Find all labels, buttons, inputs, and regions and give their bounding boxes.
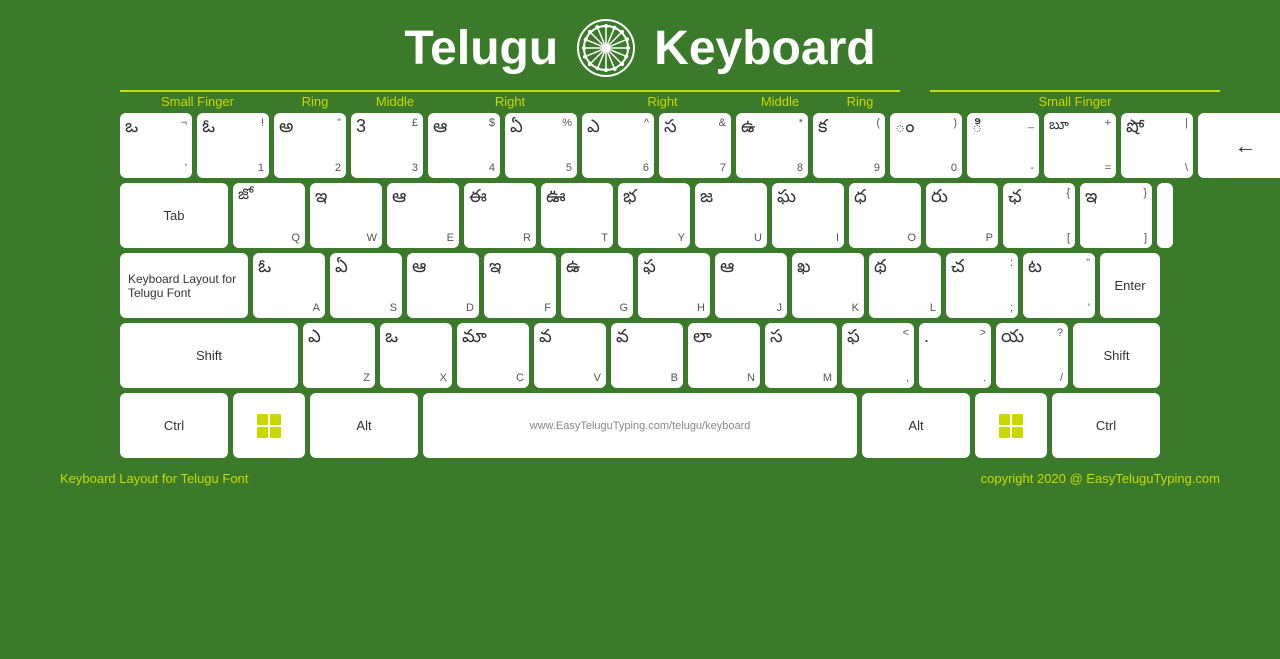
key-bracket-close[interactable]: ఇ } ] — [1080, 183, 1152, 248]
key-m[interactable]: స M — [765, 323, 837, 388]
key-minus[interactable]: ి _ - — [967, 113, 1039, 178]
footer-right: copyright 2020 @ EasyTeluguTyping.com — [981, 471, 1220, 486]
key-b[interactable]: వ B — [611, 323, 683, 388]
title-part2: Keyboard — [654, 21, 875, 76]
key-g[interactable]: ఉ G — [561, 253, 633, 318]
zxcv-row: Shift ఎ Z ఒ X మా C వ V వ B లా N స M — [120, 323, 1160, 388]
key-9[interactable]: క ( 9 — [813, 113, 885, 178]
key-alt-right[interactable]: Alt — [862, 393, 970, 458]
key-5[interactable]: ఏ % 5 — [505, 113, 577, 178]
key-backtick[interactable]: ఒ ¬ ' — [120, 113, 192, 178]
finger-label-middle-left: Middle — [355, 90, 435, 109]
key-s[interactable]: ఏ S — [330, 253, 402, 318]
finger-label-ring-left: Ring — [275, 90, 355, 109]
windows-icon-left — [255, 412, 283, 440]
finger-label-spacer — [900, 90, 930, 109]
key-3[interactable]: 3 £ 3 — [351, 113, 423, 178]
key-c[interactable]: మా C — [457, 323, 529, 388]
key-7[interactable]: స & 7 — [659, 113, 731, 178]
key-8[interactable]: ఉ * 8 — [736, 113, 808, 178]
key-n[interactable]: లా N — [688, 323, 760, 388]
key-shift-right[interactable]: Shift — [1073, 323, 1160, 388]
key-win-left[interactable] — [233, 393, 305, 458]
finger-label-ring-right: Ring — [820, 90, 900, 109]
finger-label-right-index2: Right — [585, 90, 740, 109]
finger-label-small-finger-right: Small Finger — [930, 90, 1220, 109]
number-row: ఒ ¬ ' ఓ ! 1 అ " 2 3 £ 3 ఆ $ 4 ఏ % 5 — [120, 113, 1160, 178]
key-x[interactable]: ఒ X — [380, 323, 452, 388]
finger-label-middle-right: Middle — [740, 90, 820, 109]
key-r[interactable]: ఈ R — [464, 183, 536, 248]
windows-icon-right — [997, 412, 1025, 440]
key-comma[interactable]: ఫ < , — [842, 323, 914, 388]
key-d[interactable]: ఆ D — [407, 253, 479, 318]
key-enter[interactable] — [1157, 183, 1173, 248]
key-enter-main[interactable]: Enter — [1100, 253, 1160, 318]
key-v[interactable]: వ V — [534, 323, 606, 388]
key-a[interactable]: ఓ A — [253, 253, 325, 318]
key-2[interactable]: అ " 2 — [274, 113, 346, 178]
asdf-row: Keyboard Layout for Telugu Font ఓ A ఏ S … — [120, 253, 1160, 318]
footer: Keyboard Layout for Telugu Font copyrigh… — [0, 463, 1280, 494]
footer-left: Keyboard Layout for Telugu Font — [60, 471, 248, 486]
key-capslock[interactable]: Keyboard Layout for Telugu Font — [120, 253, 248, 318]
key-k[interactable]: ఖ K — [792, 253, 864, 318]
title-part1: Telugu — [404, 21, 558, 76]
key-0[interactable]: ం ) 0 — [890, 113, 962, 178]
key-space[interactable]: www.EasyTeluguTyping.com/telugu/keyboard — [423, 393, 857, 458]
key-slash[interactable]: య ? / — [996, 323, 1068, 388]
key-w[interactable]: ఇ W — [310, 183, 382, 248]
key-h[interactable]: ఫ H — [638, 253, 710, 318]
key-equals[interactable]: బూ + = — [1044, 113, 1116, 178]
key-backspace[interactable]: ← — [1198, 113, 1280, 178]
key-p[interactable]: రు P — [926, 183, 998, 248]
key-j[interactable]: ఆ J — [715, 253, 787, 318]
title-area: Telugu — [0, 0, 1280, 88]
key-e[interactable]: ఆ E — [387, 183, 459, 248]
key-4[interactable]: ఆ $ 4 — [428, 113, 500, 178]
key-ctrl-left[interactable]: Ctrl — [120, 393, 228, 458]
key-tab[interactable]: Tab — [120, 183, 228, 248]
ashoka-wheel-icon — [576, 18, 636, 78]
bottom-row: Ctrl Alt www.EasyTeluguTyping.com/telugu… — [120, 393, 1160, 458]
key-backslash[interactable]: షో | \ — [1121, 113, 1193, 178]
key-u[interactable]: జ U — [695, 183, 767, 248]
key-bracket-open[interactable]: ఛ { [ — [1003, 183, 1075, 248]
key-period[interactable]: . > . — [919, 323, 991, 388]
spacebar-url: www.EasyTeluguTyping.com/telugu/keyboard — [530, 420, 751, 432]
finger-label-small-finger-left: Small Finger — [120, 90, 275, 109]
key-win-right[interactable] — [975, 393, 1047, 458]
qwerty-row: Tab జో Q ఇ W ఆ E ఈ R ఊ T భ Y జ U ఘ — [120, 183, 1160, 248]
key-6[interactable]: ఎ ^ 6 — [582, 113, 654, 178]
key-1[interactable]: ఓ ! 1 — [197, 113, 269, 178]
key-z[interactable]: ఎ Z — [303, 323, 375, 388]
key-shift-left[interactable]: Shift — [120, 323, 298, 388]
key-quote[interactable]: ట " ' — [1023, 253, 1095, 318]
key-t[interactable]: ఊ T — [541, 183, 613, 248]
key-q[interactable]: జో Q — [233, 183, 305, 248]
key-ctrl-right[interactable]: Ctrl — [1052, 393, 1160, 458]
key-f[interactable]: ఇ F — [484, 253, 556, 318]
key-y[interactable]: భ Y — [618, 183, 690, 248]
key-i[interactable]: ఘ I — [772, 183, 844, 248]
key-o[interactable]: ధ O — [849, 183, 921, 248]
finger-label-right-index: Right — [435, 90, 585, 109]
key-semicolon[interactable]: చ : ; — [946, 253, 1018, 318]
key-l[interactable]: థ L — [869, 253, 941, 318]
key-alt-left[interactable]: Alt — [310, 393, 418, 458]
